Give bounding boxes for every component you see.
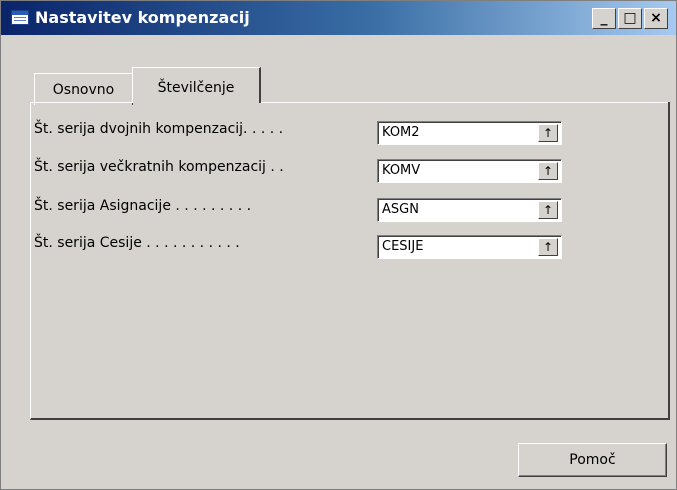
field-label-veckratne: Št. serija večkratnih kompenzacij . .	[34, 159, 284, 175]
field-label-cesije: Št. serija Cesije . . . . . . . . . . .	[34, 235, 240, 251]
close-button[interactable]: ×	[644, 8, 668, 29]
field-value-dvojne[interactable]: KOM2	[382, 125, 420, 140]
lookup-arrow-icon[interactable]: ↑	[538, 201, 558, 219]
field-value-veckratne[interactable]: KOMV	[382, 163, 420, 178]
form-icon	[11, 10, 29, 25]
field-cesije[interactable]: CESIJE ↑	[377, 235, 562, 259]
field-veckratne[interactable]: KOMV ↑	[377, 159, 562, 183]
tab-panel	[30, 102, 670, 420]
dialog-window: Nastavitev kompenzacij _ □ × Osnovno Šte…	[0, 0, 677, 490]
maximize-button[interactable]: □	[618, 8, 642, 29]
window-title: Nastavitev kompenzacij	[35, 8, 250, 27]
help-button[interactable]: Pomoč	[518, 443, 667, 477]
lookup-arrow-icon[interactable]: ↑	[538, 238, 558, 256]
field-label-asignacije: Št. serija Asignacije . . . . . . . . .	[34, 198, 252, 214]
field-value-cesije[interactable]: CESIJE	[382, 239, 423, 254]
title-bar[interactable]: Nastavitev kompenzacij _ □ ×	[1, 1, 676, 35]
field-label-dvojne: Št. serija dvojnih kompenzacij. . . . .	[34, 121, 284, 137]
minimize-button[interactable]: _	[592, 8, 616, 29]
field-value-asignacije[interactable]: ASGN	[382, 202, 419, 217]
lookup-arrow-icon[interactable]: ↑	[538, 162, 558, 180]
field-asignacije[interactable]: ASGN ↑	[377, 198, 562, 222]
tab-stevilcenje[interactable]: Številčenje	[132, 67, 261, 103]
tab-osnovno[interactable]: Osnovno	[34, 73, 133, 105]
field-dvojne[interactable]: KOM2 ↑	[377, 121, 562, 145]
lookup-arrow-icon[interactable]: ↑	[538, 124, 558, 142]
